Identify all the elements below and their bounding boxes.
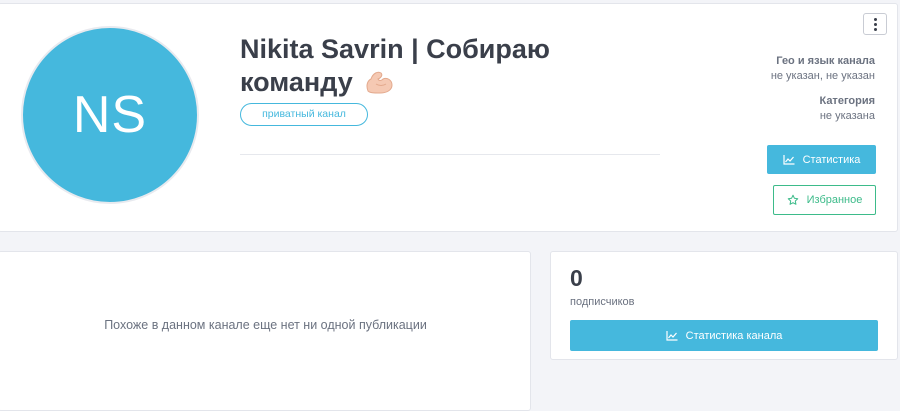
posts-card: Похоже в данном канале еще нет ни одной … <box>0 251 531 411</box>
statistics-button-label: Статистика <box>802 153 861 166</box>
channel-title-text: Nikita Savrin | Собираю команду <box>240 34 550 97</box>
channel-profile-card: NS Nikita Savrin | Собираю команду прива… <box>0 3 898 232</box>
subscribers-label: подписчиков <box>570 296 635 308</box>
star-icon <box>787 194 798 205</box>
more-options-button[interactable] <box>863 13 887 35</box>
channel-title: Nikita Savrin | Собираю команду <box>240 33 620 103</box>
avatar: NS <box>21 26 199 204</box>
subscribers-count: 0 <box>570 265 583 291</box>
channel-statistics-button-label: Статистика канала <box>685 329 783 342</box>
geo-language-value: не указан, не указан <box>770 70 875 82</box>
empty-posts-message: Похоже в данном канале еще нет ни одной … <box>104 318 427 332</box>
line-chart-icon <box>666 330 678 341</box>
private-channel-badge[interactable]: приватный канал <box>240 103 368 126</box>
vertical-ellipsis-icon <box>873 17 877 21</box>
geo-language-label: Гео и язык канала <box>776 55 875 67</box>
subscribers-card: 0 подписчиков Статистика канала <box>550 251 898 360</box>
favorite-button-label: Избранное <box>806 194 863 206</box>
channel-statistics-button[interactable]: Статистика канала <box>570 320 878 351</box>
title-divider <box>240 154 660 155</box>
favorite-button[interactable]: Избранное <box>773 185 876 215</box>
line-chart-icon <box>783 154 795 165</box>
avatar-initials: NS <box>72 86 148 144</box>
category-label: Категория <box>819 95 875 107</box>
flexed-biceps-icon <box>364 69 394 103</box>
statistics-button[interactable]: Статистика <box>767 145 876 174</box>
category-value: не указана <box>819 110 875 122</box>
